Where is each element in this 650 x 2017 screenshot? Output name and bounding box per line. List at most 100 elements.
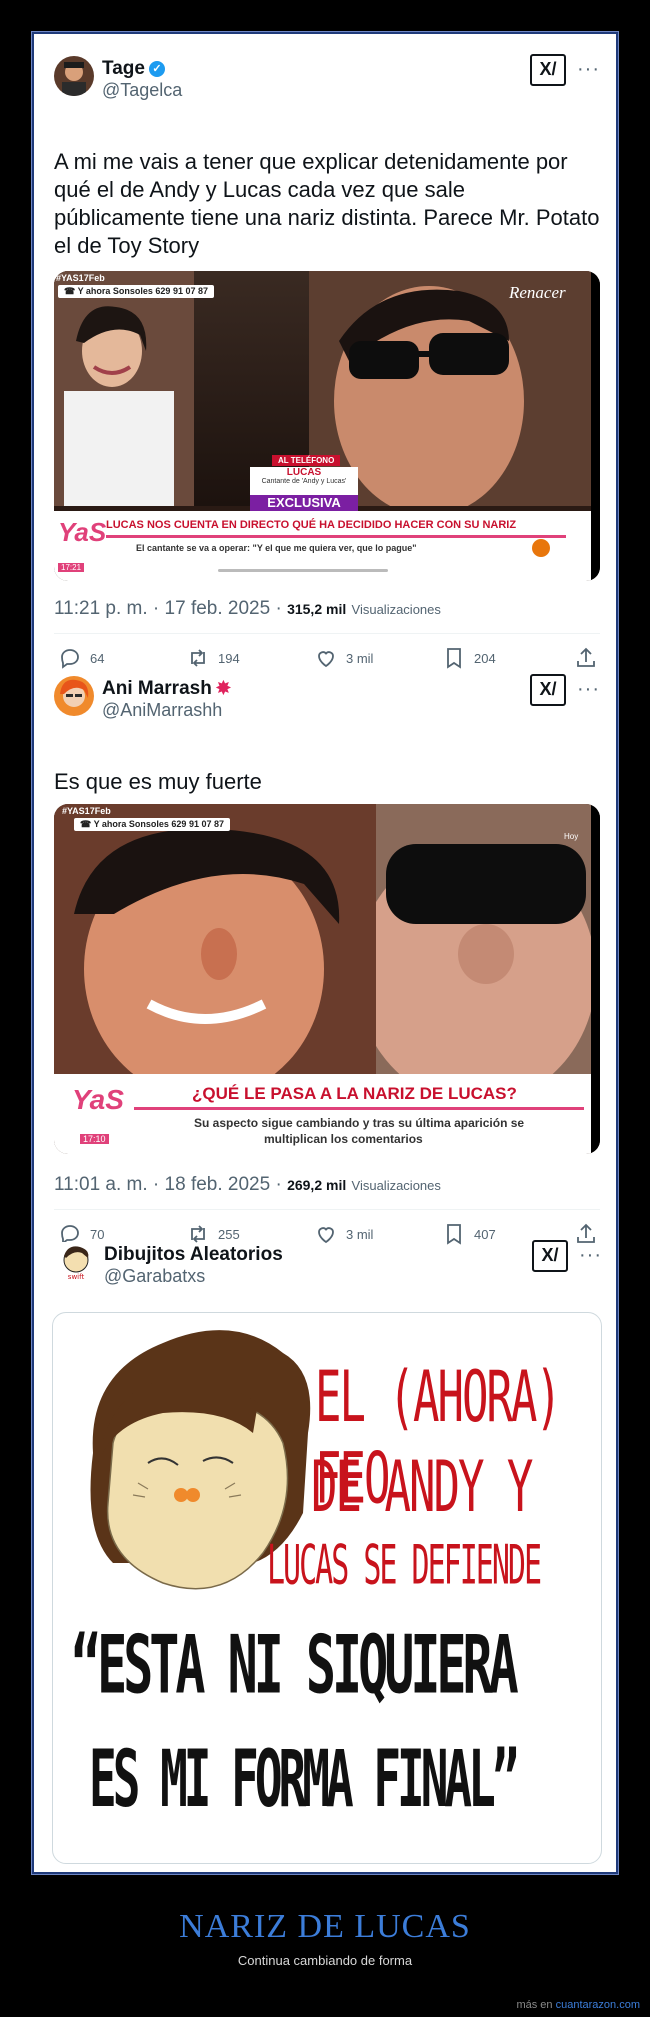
tweet-text: A mi me vais a tener que explicar deteni…	[54, 149, 600, 258]
right-edge-strip	[591, 271, 600, 581]
tweet-header: Ani Marrash ✸ @AniMarrashh X/ ···	[54, 674, 600, 726]
retweet-count: 255	[218, 1226, 240, 1242]
phone-text: Y ahora Sonsoles 629 91 07 87	[93, 819, 224, 829]
singer-panel-left	[54, 804, 376, 1099]
phone-bar: ☎ Y ahora Sonsoles 629 91 07 87	[74, 818, 230, 831]
like-count: 3 mil	[346, 650, 374, 666]
footer-site-link[interactable]: cuantarazon.com	[556, 1999, 640, 2011]
svg-text:swift: swift	[68, 1273, 85, 1281]
views-label: Visualizaciones	[351, 602, 441, 617]
tweet-text: Es que es muy fuerte	[54, 769, 262, 794]
footer-prefix: más en	[516, 1999, 553, 2011]
bookmark-count: 204	[474, 650, 496, 666]
lower-third-subline-1: Su aspecto sigue cambiando y tras su últ…	[194, 1116, 525, 1130]
retweet-icon	[191, 649, 205, 667]
drawing-title-line-3: LUCAS SE DEFIENDE	[267, 1535, 542, 1598]
tweet-header: swift Dibujitos Aleatorios @Garabatxs X/…	[56, 1240, 602, 1292]
tweet-media-drawing[interactable]: EL (AHORA) FEO DE ANDY Y LUCAS SE DEFIEN…	[52, 1312, 602, 1864]
views-count: 269,2 mil	[287, 1177, 347, 1193]
display-name[interactable]: Tage ✓	[102, 58, 165, 80]
more-options-icon[interactable]: ···	[579, 1244, 602, 1267]
lower-third-headline: LUCAS NOS CUENTA EN DIRECTO QUÉ HA DECID…	[106, 519, 517, 531]
phone-bar: ☎ Y ahora Sonsoles 629 91 07 87	[58, 285, 214, 298]
footer-credit: más en cuantarazon.com	[516, 1999, 640, 2011]
presenter-panel	[54, 271, 194, 506]
hashtag-label: #YAS17Feb	[62, 806, 111, 816]
tweet-timestamp[interactable]: 11:01 a. m. · 18 feb. 2025 ·	[54, 1174, 282, 1195]
bookmark-button[interactable]: 204	[442, 646, 496, 670]
grok-icon[interactable]: X/	[532, 1240, 568, 1272]
tweet-timestamp[interactable]: 11:21 p. m. · 17 feb. 2025 ·	[54, 598, 282, 619]
lower-third-subline: El cantante se va a operar: "Y el que me…	[136, 543, 417, 553]
lower-third-subline-2: multiplican los comentarios	[264, 1132, 423, 1146]
avatar[interactable]	[54, 676, 94, 716]
lower-third-time: 17:21	[58, 563, 85, 572]
show-logo: YaS	[72, 1084, 124, 1115]
divider	[54, 633, 600, 634]
caption-subtitle: Continua cambiando de forma	[237, 1953, 413, 1968]
video-progress-bar[interactable]	[218, 569, 388, 572]
bookmark-count: 407	[474, 1226, 496, 1242]
verified-badge-icon: ✓	[148, 61, 165, 77]
tweet-media-video[interactable]: #YAS17Feb ☎ Y ahora Sonsoles 629 91 07 8…	[54, 804, 600, 1154]
like-count: 3 mil	[346, 1226, 374, 1242]
display-name[interactable]: Ani Marrash ✸	[102, 678, 231, 700]
lower-third-time: 17:10	[80, 1134, 109, 1144]
channel-logo-icon	[532, 539, 550, 557]
drawing-title-line-2: DE ANDY Y	[311, 1447, 533, 1529]
avatar[interactable]	[54, 56, 94, 96]
phone-icon: ☎	[64, 286, 78, 296]
network-logo: Renacer	[509, 283, 566, 302]
tweet-meta: 11:21 p. m. · 17 feb. 2025 · 315,2 mil V…	[54, 598, 441, 620]
caption-title: NARIZ DE LUCAS	[179, 1908, 471, 1945]
reply-icon	[61, 649, 79, 669]
hashtag-label: #YAS17Feb	[56, 273, 105, 283]
display-name-text[interactable]: Tage	[102, 58, 145, 79]
singer-panel-right	[356, 804, 596, 1104]
more-options-icon[interactable]: ···	[577, 678, 600, 701]
avatar[interactable]: swift	[56, 1242, 96, 1282]
name-box: LUCAS Cantante de 'Andy y Lucas'	[250, 467, 358, 495]
network-logo: Hoy	[564, 832, 579, 841]
grok-icon[interactable]: X/	[530, 54, 566, 86]
share-icon	[577, 647, 595, 667]
tweet-actions: 64 194 3 mil 204	[54, 646, 600, 676]
grok-icon[interactable]: X/	[530, 674, 566, 706]
retweet-count: 194	[218, 650, 240, 666]
heart-icon	[318, 651, 334, 668]
lower-third-rule	[134, 1107, 584, 1110]
tweet-header: Tage ✓ @Tagelca X/ ···	[54, 54, 600, 106]
reply-button[interactable]: 64	[58, 646, 104, 670]
reply-count: 64	[90, 650, 105, 666]
retweet-button[interactable]: 194	[186, 646, 240, 670]
share-button[interactable]	[574, 646, 606, 670]
reply-count: 70	[90, 1226, 105, 1242]
views-count: 315,2 mil	[287, 601, 347, 617]
views-label: Visualizaciones	[351, 1178, 441, 1193]
like-button[interactable]: 3 mil	[314, 646, 373, 670]
phone-text: Y ahora Sonsoles 629 91 07 87	[77, 286, 208, 296]
drawing-quote-line-1: “ESTA NI SIQUIERA	[71, 1619, 519, 1712]
right-edge-strip	[591, 804, 600, 1154]
name-label: LUCAS	[286, 467, 322, 478]
small-tag: AL TELÉFONO	[272, 455, 341, 466]
display-name-text[interactable]: Ani Marrash	[102, 678, 212, 699]
more-options-icon[interactable]: ···	[577, 58, 600, 81]
tweet-meta: 11:01 a. m. · 18 feb. 2025 · 269,2 mil V…	[54, 1174, 441, 1196]
tv-lower-third: YaS 17:21 LUCAS NOS CUENTA EN DIRECTO QU…	[54, 511, 591, 581]
user-handle[interactable]: @Garabatxs	[104, 1266, 205, 1287]
tweet-collage-frame: Tage ✓ @Tagelca X/ ··· A mi me vais a ten…	[31, 31, 619, 1875]
user-handle[interactable]: @AniMarrashh	[102, 700, 222, 721]
user-handle[interactable]: @Tagelca	[102, 80, 182, 101]
singer-illustration-left	[54, 804, 376, 1099]
bookmark-icon	[447, 648, 461, 669]
divider	[54, 1209, 600, 1210]
display-name[interactable]: Dibujitos Aleatorios	[104, 1244, 283, 1266]
presenter-illustration	[54, 271, 194, 506]
tweet-media-video[interactable]: #YAS17Feb ☎ Y ahora Sonsoles 629 91 07 8…	[54, 271, 600, 581]
sparkle-badge-icon: ✸	[215, 678, 231, 698]
phone-icon: ☎	[80, 819, 94, 829]
name-sub: Cantante de 'Andy y Lucas'	[261, 478, 347, 485]
lower-third-headline: ¿QUÉ LE PASA A LA NARIZ DE LUCAS?	[192, 1084, 517, 1103]
exclusive-badge: EXCLUSIVA	[250, 495, 358, 511]
